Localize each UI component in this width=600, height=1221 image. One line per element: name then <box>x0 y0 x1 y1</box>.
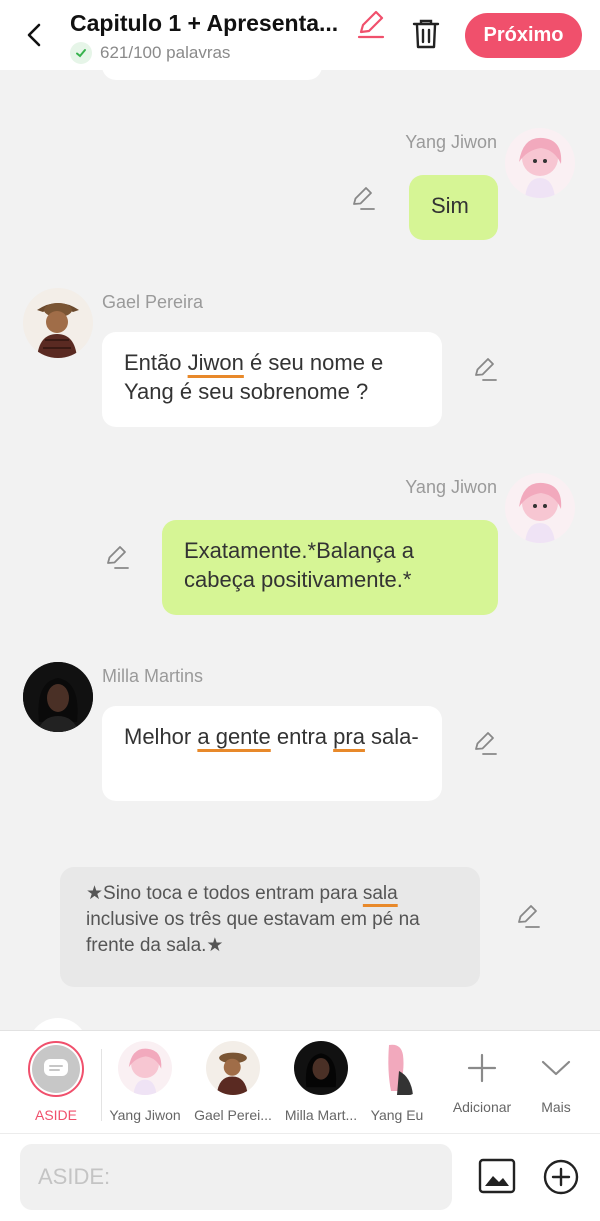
edit-pencil-icon[interactable] <box>349 184 377 212</box>
character-label: ASIDE <box>34 1107 77 1123</box>
edit-title-pencil-icon[interactable] <box>355 8 387 40</box>
character-selector: ASIDE Yang Jiwon Gael Perei... Milla Mar… <box>0 1030 600 1133</box>
character-label: Yang Jiwon <box>109 1107 181 1123</box>
spellcheck-word[interactable]: a gente <box>197 724 270 749</box>
word-count-text: 621/100 palavras <box>100 43 231 62</box>
character-yang-eu[interactable]: Yang Eu <box>355 1041 439 1123</box>
next-avatar-partial <box>28 1018 88 1030</box>
character-milla-martins[interactable]: Milla Mart... <box>277 1041 365 1123</box>
message-text: ★Sino toca e todos entram para <box>86 883 363 904</box>
character-yang-jiwon[interactable]: Yang Jiwon <box>101 1041 189 1123</box>
avatar-gael-pereira[interactable] <box>23 288 93 358</box>
avatar-yang-jiwon[interactable] <box>505 128 575 198</box>
add-circle-icon[interactable] <box>542 1158 580 1196</box>
chapter-title[interactable]: Capitulo 1 + Apresenta... <box>70 10 360 37</box>
top-bar: Capitulo 1 + Apresenta... 621/100 palavr… <box>0 0 600 70</box>
aside-narration-bubble[interactable]: ★Sino toca e todos entram para sala incl… <box>60 867 480 987</box>
spellcheck-word[interactable]: sala <box>363 883 398 904</box>
chat-area[interactable]: Yang Jiwon Sim Gael Pereira Então Jiwon … <box>0 70 600 1030</box>
avatar-yang-jiwon[interactable] <box>505 473 575 543</box>
previous-bubble <box>102 70 322 80</box>
spellcheck-word[interactable]: Jiwon <box>188 350 244 375</box>
message-text: entra <box>270 724 334 749</box>
edit-pencil-icon[interactable] <box>471 355 499 383</box>
character-label: Yang Eu <box>370 1107 424 1123</box>
edit-pencil-icon[interactable] <box>103 543 131 571</box>
character-gael-pereira[interactable]: Gael Perei... <box>189 1041 277 1123</box>
speaker-name: Yang Jiwon <box>405 477 497 497</box>
composer-bar <box>0 1133 600 1221</box>
speaker-name: Gael Pereira <box>102 292 204 312</box>
character-label: Milla Mart... <box>284 1107 358 1123</box>
message-bubble[interactable]: Melhor a gente entra pra sala- <box>102 706 442 801</box>
message-bubble[interactable]: Sim <box>409 175 498 240</box>
message-bubble[interactable]: Exatamente.*Balança a cabeça positivamen… <box>162 520 498 615</box>
avatar-milla-martins[interactable] <box>23 662 93 732</box>
avatar <box>206 1041 260 1095</box>
message-input[interactable] <box>20 1144 452 1210</box>
chevron-down-icon <box>512 1041 600 1095</box>
back-arrow-icon[interactable] <box>18 18 52 52</box>
avatar <box>294 1041 348 1095</box>
speaker-name: Yang Jiwon <box>405 132 497 152</box>
message-text: Melhor <box>124 724 198 749</box>
spellcheck-word[interactable]: pra <box>333 724 365 749</box>
trash-icon[interactable] <box>410 17 442 51</box>
message-text: Então <box>124 350 188 375</box>
check-icon <box>70 42 92 64</box>
more-label: Mais <box>541 1099 571 1115</box>
image-icon[interactable] <box>478 1158 516 1194</box>
speaker-name: Milla Martins <box>102 666 204 686</box>
character-label: Gael Perei... <box>194 1107 272 1123</box>
avatar <box>377 1041 417 1095</box>
message-bubble[interactable]: Então Jiwon é seu nome e Yang é seu sobr… <box>102 332 442 427</box>
more-button[interactable]: Mais <box>512 1041 600 1115</box>
edit-pencil-icon[interactable] <box>514 902 542 930</box>
speech-bubble-icon <box>44 1059 68 1076</box>
word-count: 621/100 palavras <box>70 42 230 64</box>
edit-pencil-icon[interactable] <box>471 729 499 757</box>
message-text: inclusive os três que estavam em pé na f… <box>86 909 420 956</box>
next-button[interactable]: Próximo <box>465 13 582 58</box>
aside-avatar <box>28 1041 84 1097</box>
avatar <box>118 1041 172 1095</box>
message-text: sala- <box>364 724 419 749</box>
character-aside[interactable]: ASIDE <box>12 1041 100 1123</box>
